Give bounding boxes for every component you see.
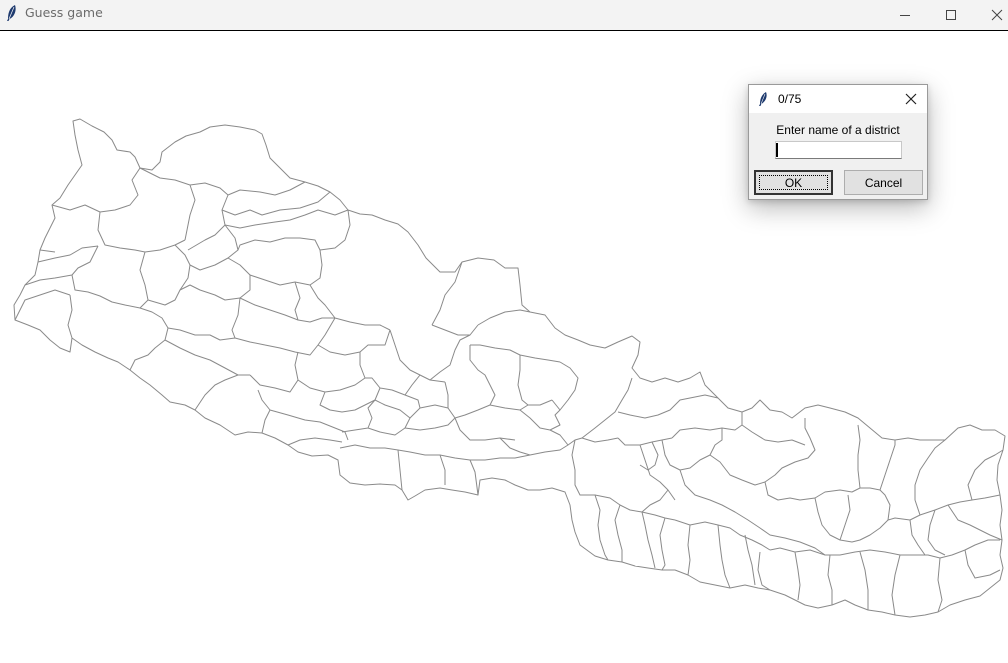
- minimize-button[interactable]: [882, 0, 928, 30]
- minimize-icon: [900, 15, 910, 16]
- text-cursor: [776, 143, 778, 157]
- guess-dialog[interactable]: 0/75 Enter name of a district OK Cancel: [748, 84, 928, 200]
- close-button[interactable]: [974, 0, 1008, 30]
- focus-ring: [759, 175, 828, 190]
- close-icon: [991, 9, 1003, 21]
- ok-button[interactable]: OK: [754, 170, 833, 195]
- cancel-button[interactable]: Cancel: [844, 170, 923, 195]
- cancel-button-label: Cancel: [864, 175, 903, 190]
- dialog-close-button[interactable]: [903, 91, 919, 107]
- dialog-titlebar[interactable]: 0/75: [749, 85, 927, 113]
- window-title: Guess game: [25, 5, 103, 20]
- dialog-title: 0/75: [778, 92, 802, 106]
- district-name-input[interactable]: [775, 141, 902, 159]
- maximize-button[interactable]: [928, 0, 974, 30]
- maximize-icon: [946, 10, 956, 20]
- dialog-prompt: Enter name of a district: [776, 123, 900, 137]
- close-icon: [905, 93, 917, 105]
- window-titlebar[interactable]: Guess game: [0, 0, 1008, 31]
- feather-icon: [759, 92, 767, 106]
- feather-icon: [7, 5, 16, 21]
